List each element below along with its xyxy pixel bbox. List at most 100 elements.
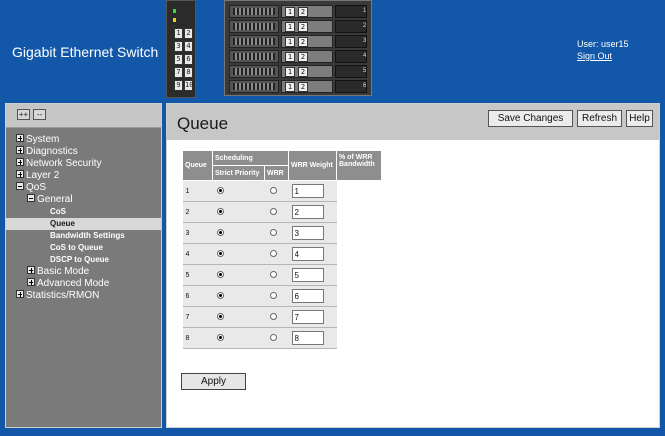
tree-item-qos[interactable]: QoS [6, 182, 161, 194]
tree-item-queue[interactable]: Queue [6, 218, 161, 230]
tree-item-label: Statistics/RMON [26, 290, 100, 301]
wrr-weight-input[interactable] [291, 247, 324, 261]
chassis-port-module: 12 [281, 50, 333, 63]
queue-number: 8 [182, 327, 213, 349]
expand-icon[interactable] [27, 266, 35, 274]
wrr-weight-input[interactable] [291, 289, 324, 303]
tree-item-advanced-mode[interactable]: Advanced Mode [6, 278, 161, 290]
header-wrr-weight: WRR Weight [288, 150, 337, 181]
wrr-weight-input[interactable] [291, 268, 324, 282]
wrr-radio[interactable] [269, 250, 277, 258]
apply-button[interactable]: Apply [181, 373, 246, 390]
strict-priority-radio[interactable] [216, 208, 224, 216]
tree-item-statistics-rmon[interactable]: Statistics/RMON [6, 290, 161, 302]
chassis-port-module: 12 [281, 35, 333, 48]
chassis-port: 2 [298, 67, 308, 77]
help-button[interactable]: Help [626, 110, 653, 127]
tree-item-network-security[interactable]: Network Security [6, 158, 161, 170]
chassis-fan-slot [229, 50, 279, 63]
chassis-slot-number: 6 [363, 83, 367, 89]
strict-priority-radio[interactable] [216, 271, 224, 279]
strict-priority-radio[interactable] [216, 250, 224, 258]
tree-item-bandwidth-settings[interactable]: Bandwidth Settings [6, 230, 161, 242]
table-row: 3 [182, 222, 382, 244]
device-port: 3 [174, 41, 183, 52]
device-port: 2 [184, 28, 193, 39]
wrr-radio[interactable] [269, 229, 277, 237]
expand-icon[interactable] [16, 170, 24, 178]
collapse-all-button[interactable]: -- [33, 109, 46, 120]
strict-priority-radio[interactable] [216, 292, 224, 300]
strict-priority-radio[interactable] [216, 334, 224, 342]
tree-item-dscp-to-queue[interactable]: DSCP to Queue [6, 254, 161, 266]
table-row: 8 [182, 327, 382, 349]
collapse-icon[interactable] [16, 182, 24, 190]
device-port: 1 [174, 28, 183, 39]
tree-item-label: Network Security [26, 158, 102, 169]
strict-priority-radio[interactable] [216, 187, 224, 195]
strict-priority-cell [212, 264, 265, 286]
header-queue: Queue [182, 150, 213, 181]
chassis-fan-slot [229, 5, 279, 18]
wrr-weight-input[interactable] [291, 184, 324, 198]
header-wrr-bandwidth: % of WRR Bandwidth [336, 150, 382, 181]
wrr-radio[interactable] [269, 271, 277, 279]
tree-item-general[interactable]: General [6, 194, 161, 206]
chassis-port-module: 12 [281, 20, 333, 33]
status-led [173, 18, 176, 22]
tree-item-cos-to-queue[interactable]: CoS to Queue [6, 242, 161, 254]
expand-icon[interactable] [16, 146, 24, 154]
chassis-port: 2 [298, 52, 308, 62]
tree-item-diagnostics[interactable]: Diagnostics [6, 146, 161, 158]
collapse-icon[interactable] [27, 194, 35, 202]
expand-icon[interactable] [16, 290, 24, 298]
main-panel: Queue Save Changes Refresh Help Queue Sc… [166, 103, 660, 428]
wrr-radio[interactable] [269, 334, 277, 342]
expand-all-button[interactable]: ++ [17, 109, 30, 120]
wrr-weight-input[interactable] [291, 310, 324, 324]
header-strict-priority: Strict Priority [212, 165, 265, 181]
tree-item-basic-mode[interactable]: Basic Mode [6, 266, 161, 278]
wrr-bandwidth-cell [336, 180, 382, 202]
wrr-weight-input[interactable] [291, 226, 324, 240]
tree-item-label: QoS [26, 182, 47, 193]
wrr-cell [264, 222, 289, 244]
tree-item-cos[interactable]: CoS [6, 206, 161, 218]
strict-priority-radio[interactable] [216, 313, 224, 321]
tree-item-label: Layer 2 [26, 170, 60, 181]
wrr-bandwidth-cell [336, 243, 382, 265]
user-info: User: user15 Sign Out [577, 38, 629, 62]
expand-icon[interactable] [16, 158, 24, 166]
wrr-radio[interactable] [269, 292, 277, 300]
queue-table: Queue Scheduling WRR Weight % of WRR Ban… [182, 150, 382, 349]
chassis-port: 1 [285, 52, 295, 62]
strict-priority-radio[interactable] [216, 229, 224, 237]
chassis-port: 1 [285, 67, 295, 77]
tree-item-layer-2[interactable]: Layer 2 [6, 170, 161, 182]
sign-out-link[interactable]: Sign Out [577, 50, 629, 62]
wrr-weight-cell [288, 201, 337, 223]
strict-priority-cell [212, 327, 265, 349]
wrr-radio[interactable] [269, 313, 277, 321]
chassis-slot-number: 5 [363, 68, 367, 74]
device-port: 10 [184, 80, 194, 91]
chassis-port-module: 12 [281, 65, 333, 78]
expand-icon[interactable] [27, 278, 35, 286]
wrr-cell [264, 180, 289, 202]
strict-priority-cell [212, 201, 265, 223]
refresh-button[interactable]: Refresh [577, 110, 622, 127]
wrr-weight-cell [288, 180, 337, 202]
wrr-radio[interactable] [269, 208, 277, 216]
queue-number: 4 [182, 243, 213, 265]
expand-icon[interactable] [16, 134, 24, 142]
table-row: 4 [182, 243, 382, 265]
wrr-weight-input[interactable] [291, 205, 324, 219]
wrr-cell [264, 243, 289, 265]
strict-priority-cell [212, 243, 265, 265]
save-changes-button[interactable]: Save Changes [488, 110, 573, 127]
wrr-radio[interactable] [269, 187, 277, 195]
queue-number: 6 [182, 285, 213, 307]
table-row: 1 [182, 180, 382, 202]
tree-item-system[interactable]: System [6, 134, 161, 146]
wrr-weight-input[interactable] [291, 331, 324, 345]
